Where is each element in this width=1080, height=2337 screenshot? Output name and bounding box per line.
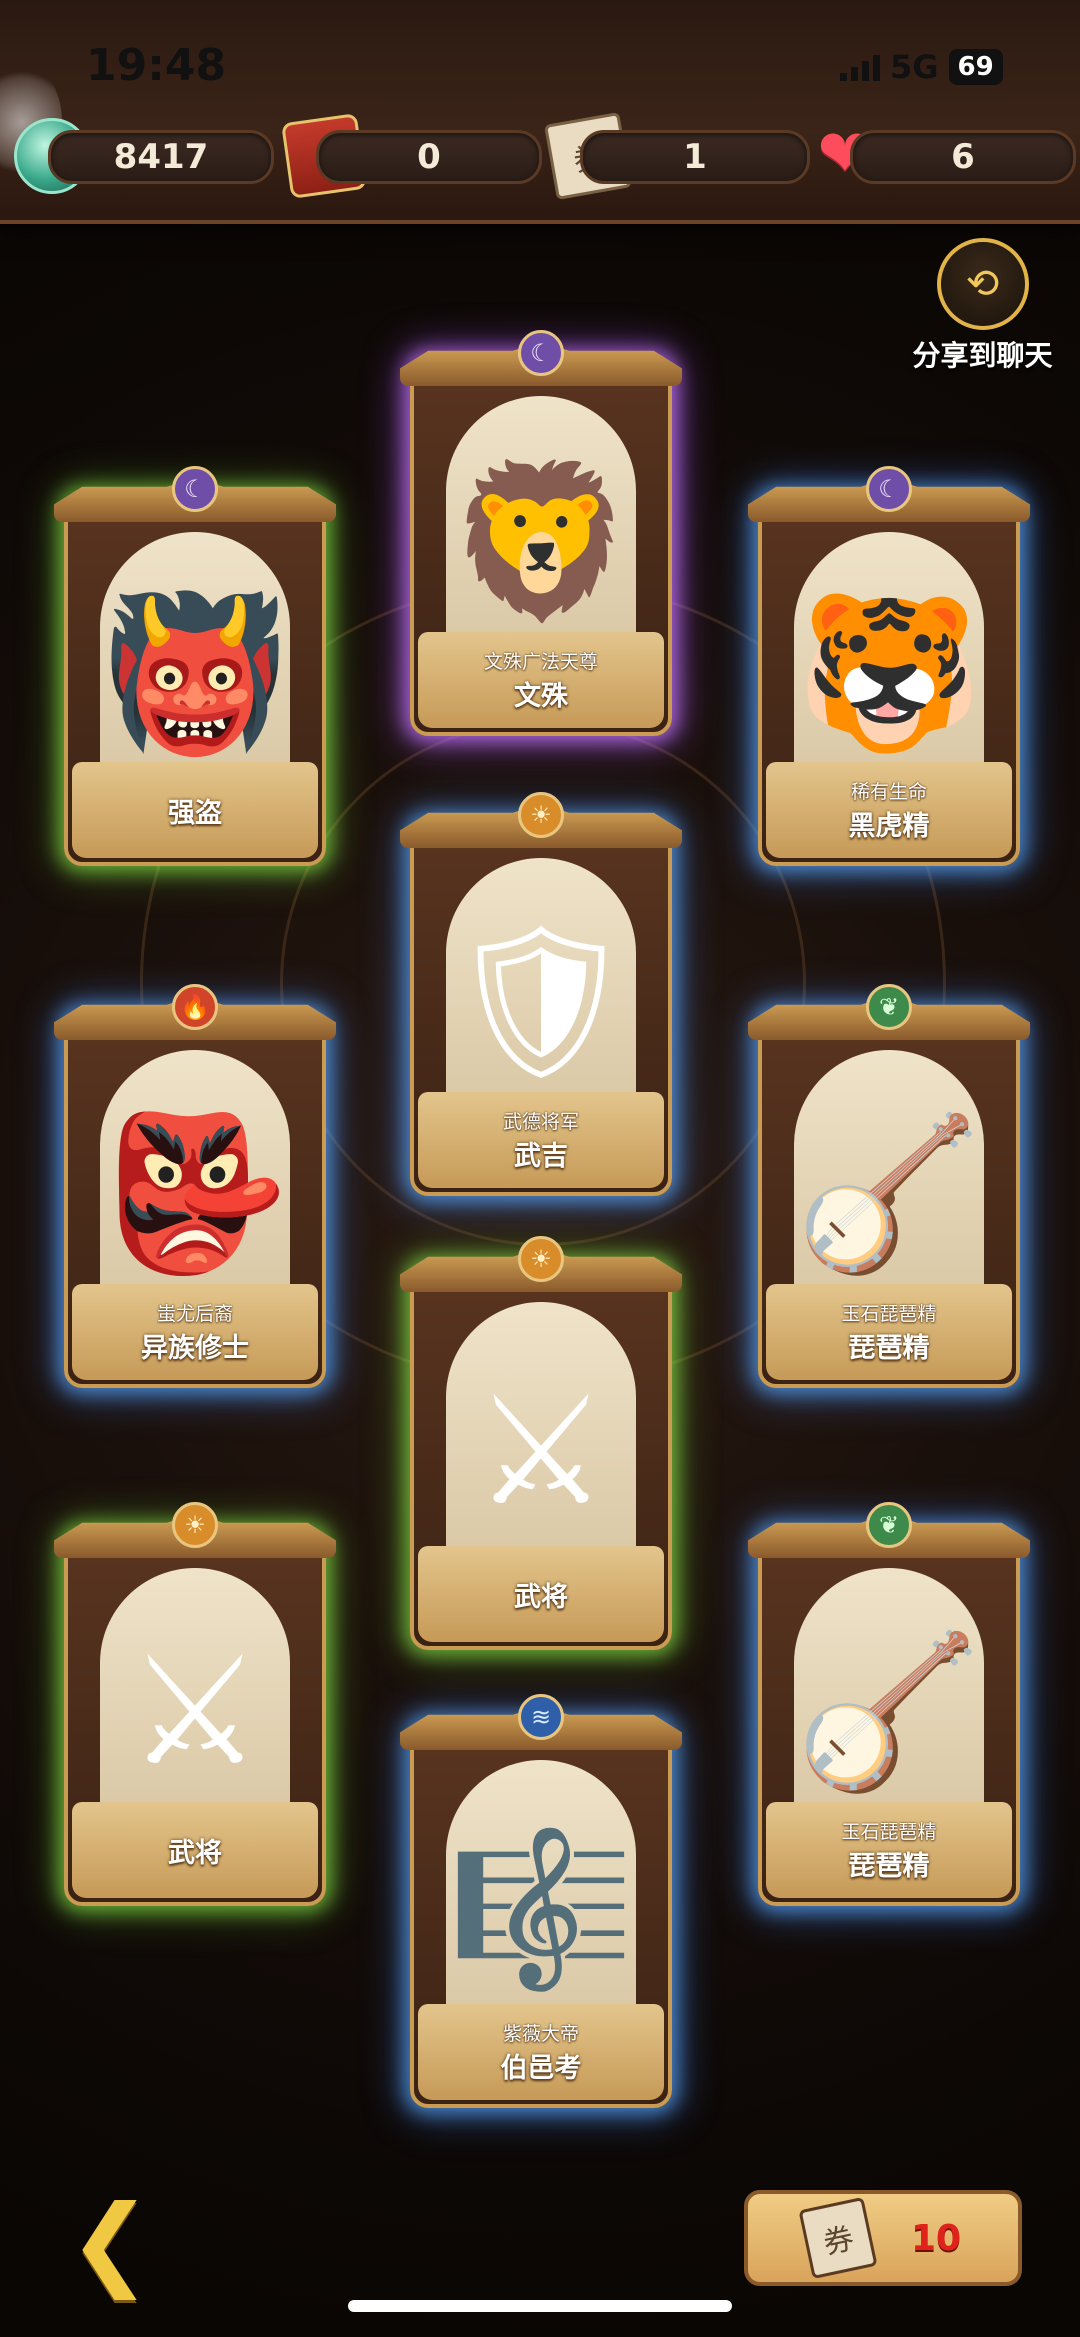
character-boyikao-icon: 🎼 xyxy=(447,1823,635,1998)
ticket-counter: 1 xyxy=(580,130,810,184)
card-nameplate: 玉石琵琶精 琵琶精 xyxy=(766,1284,1012,1380)
character-general-icon: ⚔ xyxy=(127,1625,263,1800)
card-nameplate: 武将 xyxy=(418,1546,664,1642)
card-name: 武将 xyxy=(168,1837,222,1869)
card-nameplate: 强盗 xyxy=(72,762,318,858)
water-element-icon: ≋ xyxy=(518,1694,564,1740)
character-pipa-spirit-icon: 🪕 xyxy=(795,1625,983,1800)
character-bandit-icon: 👹 xyxy=(101,587,289,762)
hero-card-wuji[interactable]: ☀ 🛡 武德将军 武吉 xyxy=(400,792,682,1196)
back-button[interactable]: ❮ xyxy=(60,2183,160,2300)
card-name: 黑虎精 xyxy=(848,811,930,842)
card-portrait: 🎼 xyxy=(446,1760,636,2028)
card-title: 武德将军 xyxy=(502,1111,579,1133)
draw-cost-value: 10 xyxy=(910,2217,962,2259)
heart-counter: 6 xyxy=(850,130,1076,184)
status-time: 19:48 xyxy=(86,40,227,91)
card-name: 琵琶精 xyxy=(848,1851,930,1882)
ticket-icon: 券 xyxy=(798,2196,878,2280)
character-foreign-cultivator-icon: 👺 xyxy=(101,1107,289,1282)
character-wuji-icon: 🛡 xyxy=(446,915,636,1090)
card-nameplate: 武德将军 武吉 xyxy=(418,1092,664,1188)
back-arrow-icon: ❮ xyxy=(68,2182,152,2300)
character-wenshu-icon: 🦁 xyxy=(447,454,635,629)
pack-counter: 0 xyxy=(316,130,542,184)
card-nameplate: 紫薇大帝 伯邑考 xyxy=(418,2004,664,2100)
card-title: 玉石琵琶精 xyxy=(841,1303,937,1325)
hero-card-pipa-spirit[interactable]: ❦ 🪕 玉石琵琶精 琵琶精 xyxy=(748,1502,1030,1906)
hero-card-general[interactable]: ☀ ⚔ 武将 xyxy=(54,1502,336,1906)
card-name: 伯邑考 xyxy=(500,2053,582,2084)
card-portrait: ⚔ xyxy=(446,1302,636,1570)
fire-element-icon: 🔥 xyxy=(172,984,218,1030)
card-nameplate: 稀有生命 黑虎精 xyxy=(766,762,1012,858)
signal-icon xyxy=(840,53,880,81)
card-title: 蚩尤后裔 xyxy=(156,1303,233,1325)
hero-card-general[interactable]: ☀ ⚔ 武将 xyxy=(400,1236,682,1650)
sun-element-icon: ☀ xyxy=(518,792,564,838)
hero-card-bandit[interactable]: ☾ 👹 强盗 xyxy=(54,466,336,866)
card-nameplate: 蚩尤后裔 异族修士 xyxy=(72,1284,318,1380)
hero-card-pipa-spirit[interactable]: ❦ 🪕 玉石琵琶精 琵琶精 xyxy=(748,984,1030,1388)
sun-element-icon: ☀ xyxy=(518,1236,564,1282)
share-to-chat-button[interactable]: ⟲ 分享到聊天 xyxy=(895,238,1070,374)
moon-element-icon: ☾ xyxy=(518,330,564,376)
moon-element-icon: ☾ xyxy=(866,466,912,512)
card-nameplate: 文殊广法天尊 文殊 xyxy=(418,632,664,728)
share-icon: ⟲ xyxy=(936,238,1029,330)
character-black-tiger-icon: 🐯 xyxy=(795,587,983,762)
card-portrait: 🪕 xyxy=(794,1050,984,1308)
card-portrait: 🦁 xyxy=(446,396,636,656)
card-name: 文殊 xyxy=(514,681,568,712)
card-portrait: 👹 xyxy=(100,532,290,786)
hero-card-black-tiger[interactable]: ☾ 🐯 稀有生命 黑虎精 xyxy=(748,466,1030,866)
card-portrait: 🐯 xyxy=(794,532,984,786)
hero-card-wenshu[interactable]: ☾ 🦁 文殊广法天尊 文殊 xyxy=(400,330,682,736)
top-bar: 19:48 5G 69 8417 0 券 1 ❤ 6 xyxy=(0,0,1080,224)
leaf-element-icon: ❦ xyxy=(866,1502,912,1548)
gem-counter: 8417 xyxy=(48,130,274,184)
card-title: 稀有生命 xyxy=(850,781,927,803)
character-pipa-spirit-icon: 🪕 xyxy=(795,1107,983,1282)
card-name: 异族修士 xyxy=(141,1333,249,1364)
card-name: 武将 xyxy=(514,1581,568,1613)
hero-card-foreign-cultivator[interactable]: 🔥 👺 蚩尤后裔 异族修士 xyxy=(54,984,336,1388)
status-network: 5G 69 xyxy=(840,48,1003,86)
card-portrait: ⚔ xyxy=(100,1568,290,1826)
leaf-element-icon: ❦ xyxy=(866,984,912,1030)
card-title: 文殊广法天尊 xyxy=(483,651,598,673)
card-nameplate: 武将 xyxy=(72,1802,318,1898)
hero-card-boyikao[interactable]: ≋ 🎼 紫薇大帝 伯邑考 xyxy=(400,1694,682,2108)
card-portrait: 🛡 xyxy=(446,858,636,1116)
home-indicator[interactable] xyxy=(348,2300,732,2312)
network-label: 5G xyxy=(890,48,939,86)
sun-element-icon: ☀ xyxy=(172,1502,218,1548)
battery-icon: 69 xyxy=(948,49,1003,85)
card-name: 武吉 xyxy=(514,1141,568,1172)
card-name: 强盗 xyxy=(168,797,222,829)
draw-cost-button[interactable]: 券 10 xyxy=(744,2190,1022,2286)
card-nameplate: 玉石琵琶精 琵琶精 xyxy=(766,1802,1012,1898)
card-title: 紫薇大帝 xyxy=(502,2023,579,2045)
card-title: 玉石琵琶精 xyxy=(841,1821,937,1843)
card-portrait: 👺 xyxy=(100,1050,290,1308)
moon-element-icon: ☾ xyxy=(172,466,218,512)
card-name: 琵琶精 xyxy=(848,1333,930,1364)
card-portrait: 🪕 xyxy=(794,1568,984,1826)
character-general-icon: ⚔ xyxy=(473,1365,609,1540)
share-label: 分享到聊天 xyxy=(912,339,1053,372)
